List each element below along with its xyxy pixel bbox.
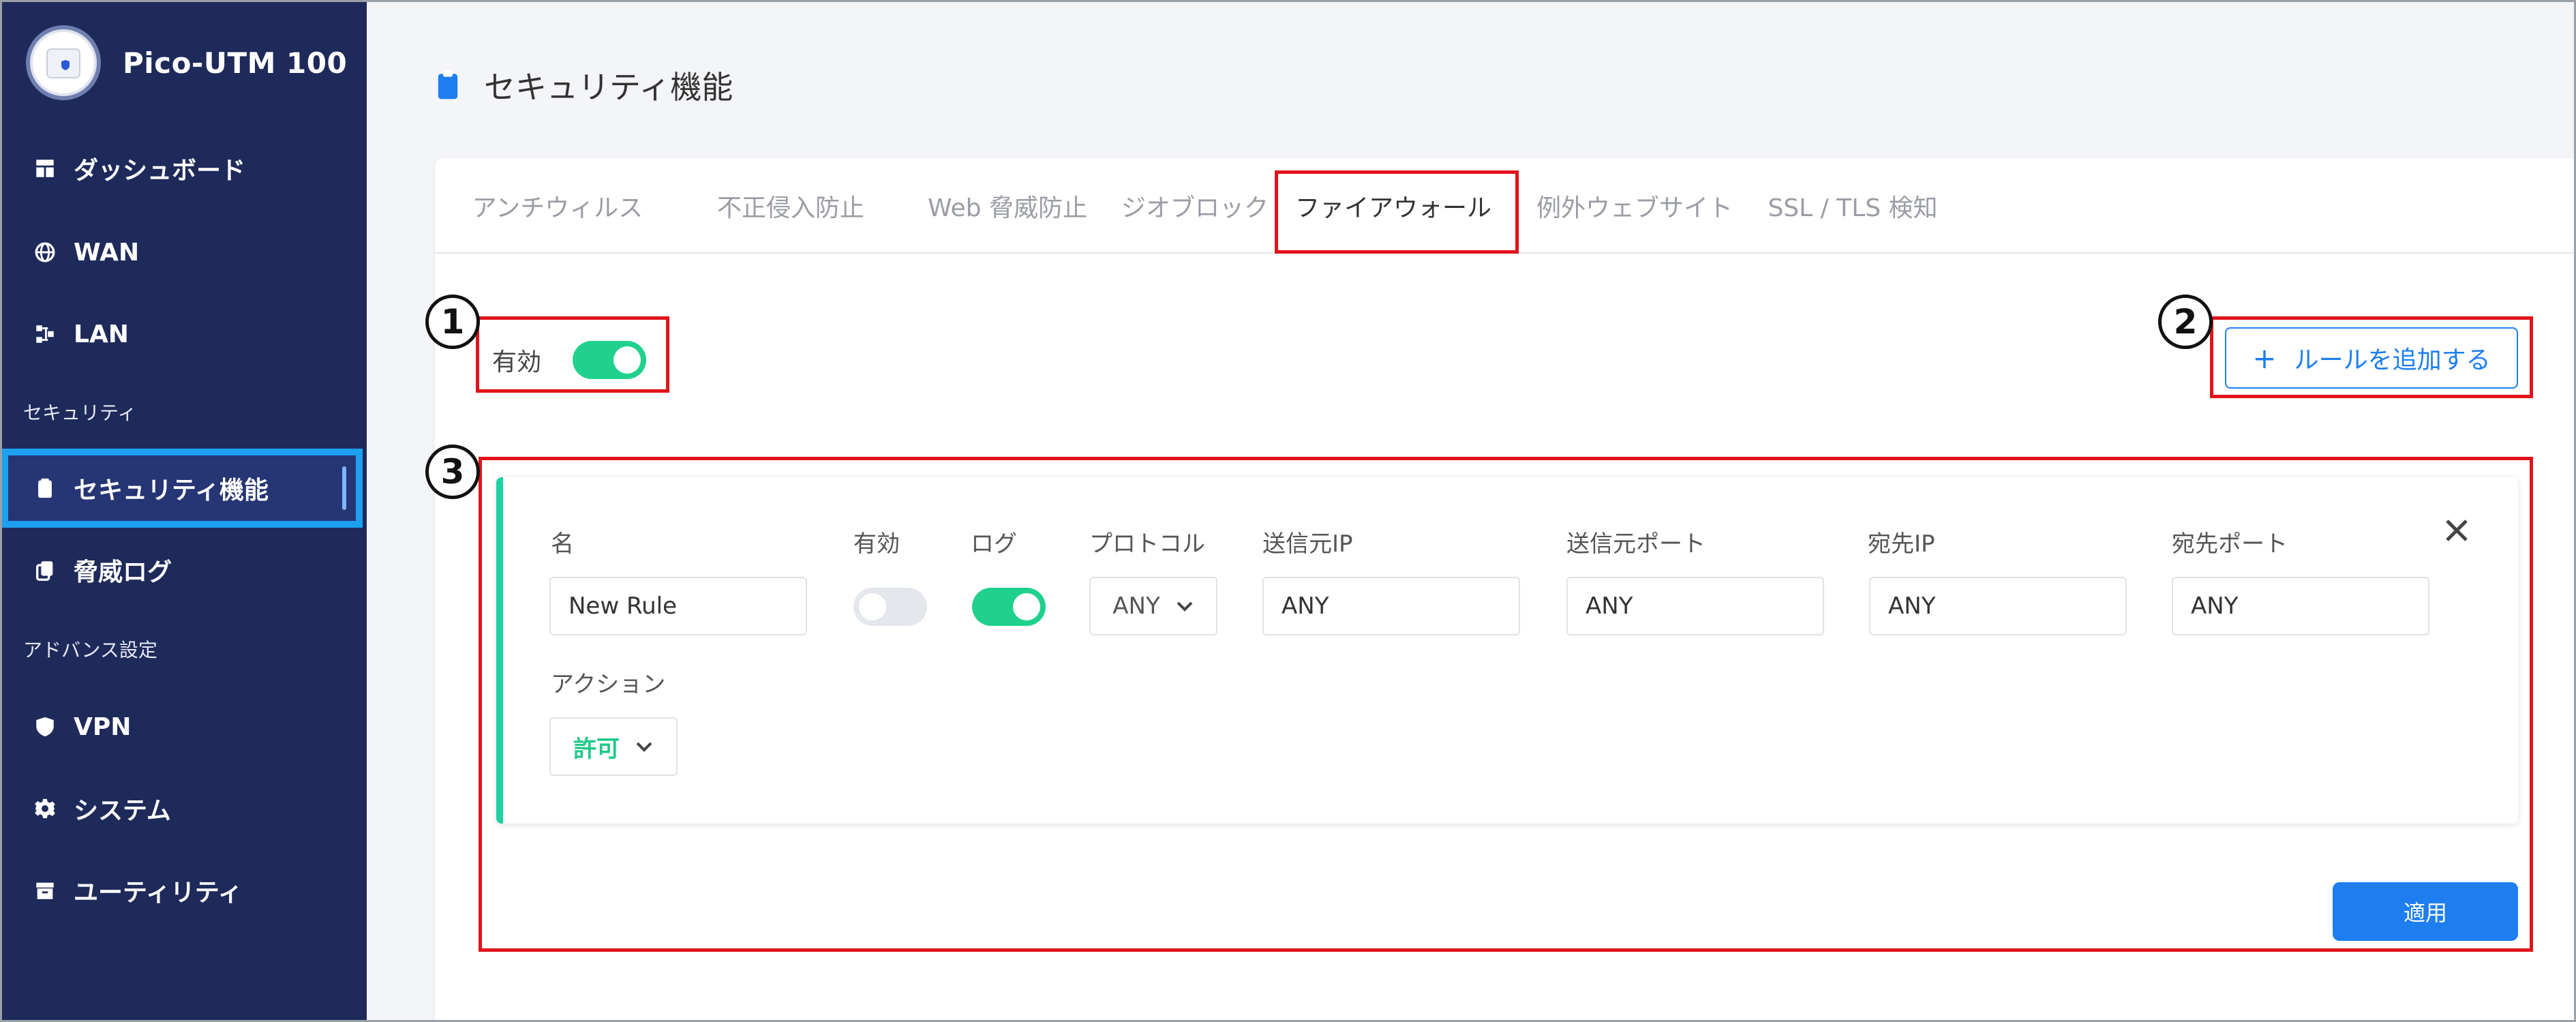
sidebar: Pico-UTM 100 ダッシュボード WAN LAN セキュリティ セキュリ… (0, 0, 367, 1022)
apply-button[interactable]: 適用 (2333, 882, 2518, 941)
tab-geo-block[interactable]: ジオブロック (1103, 179, 1287, 233)
sidebar-item-label: ユーティリティ (74, 879, 243, 907)
sidebar-item-label: システム (74, 797, 171, 825)
callout-1: 1 (425, 295, 480, 349)
rule-source-port-label: 送信元ポート (1566, 530, 1706, 558)
rule-enabled-toggle[interactable] (853, 588, 927, 626)
sidebar-item-security[interactable]: セキュリティ機能 (1, 449, 363, 528)
plus-icon: + (2252, 341, 2277, 375)
sidebar-item-system[interactable]: システム (7, 775, 357, 843)
rule-source-ip-label: 送信元IP (1262, 530, 1353, 558)
sidebar-item-label: セキュリティ機能 (74, 477, 269, 505)
globe-icon (31, 239, 59, 266)
dashboard-icon (31, 155, 59, 182)
rule-protocol-label: プロトコル (1089, 530, 1205, 558)
rule-action-select[interactable]: 許可 (549, 717, 678, 776)
tab-intrusion-prevention[interactable]: 不正侵入防止 (709, 179, 873, 233)
sidebar-section-security: セキュリティ (23, 402, 137, 424)
page-title: セキュリティ機能 (436, 61, 733, 109)
tab-firewall[interactable]: ファイアウォール (1277, 179, 1509, 233)
brand-logo (26, 25, 101, 100)
archive-icon (31, 877, 59, 904)
rule-name-input[interactable] (549, 577, 807, 635)
rule-protocol-select[interactable]: ANY (1089, 577, 1217, 635)
rule-action-value: 許可 (573, 735, 620, 763)
sidebar-item-threat-log[interactable]: 脅威ログ (7, 536, 357, 604)
sidebar-item-label: VPN (74, 712, 132, 741)
rule-enabled-label: 有効 (853, 530, 900, 558)
gear-icon (31, 795, 59, 822)
clipboard-icon (436, 69, 464, 102)
rule-destination-ip-input[interactable] (1869, 577, 2127, 635)
device-icon (46, 48, 80, 78)
rule-destination-port-label: 宛先ポート (2172, 530, 2288, 558)
sidebar-item-label: WAN (74, 238, 140, 267)
tab-ssl-tls-inspection[interactable]: SSL / TLS 検知 (1751, 179, 1955, 233)
rule-protocol-value: ANY (1112, 592, 1160, 620)
tab-antivirus[interactable]: アンチウィルス (459, 179, 656, 233)
rule-destination-ip-label: 宛先IP (1868, 530, 1935, 558)
clipboard-icon (31, 475, 59, 502)
sidebar-item-lan[interactable]: LAN (7, 300, 357, 368)
rule-name-label: 名 (551, 530, 574, 558)
rule-action-label: アクション (551, 671, 666, 698)
shield-icon (31, 713, 59, 740)
sidebar-item-vpn[interactable]: VPN (7, 693, 357, 761)
sidebar-item-label: 脅威ログ (74, 558, 172, 586)
rule-source-ip-input[interactable] (1262, 577, 1520, 635)
sidebar-item-wan[interactable]: WAN (7, 218, 357, 286)
tab-web-threat-protection[interactable]: Web 脅威防止 (898, 179, 1117, 233)
sidebar-section-advanced: アドバンス設定 (23, 639, 157, 661)
tab-exception-websites[interactable]: 例外ウェブサイト (1526, 179, 1744, 233)
add-rule-label: ルールを追加する (2294, 346, 2491, 374)
callout-2: 2 (2158, 295, 2213, 349)
chevron-down-icon (1175, 599, 1194, 613)
rule-source-port-input[interactable] (1566, 577, 1824, 635)
sidebar-item-dashboard[interactable]: ダッシュボード (7, 134, 357, 202)
tab-bar: アンチウィルス 不正侵入防止 Web 脅威防止 ジオブロック ファイアウォール … (435, 158, 2576, 254)
rule-log-label: ログ (971, 530, 1017, 558)
add-rule-button[interactable]: + ルールを追加する (2225, 327, 2518, 389)
close-icon[interactable] (2442, 515, 2472, 545)
firewall-enable-row: 有効 (492, 333, 647, 387)
rule-log-toggle[interactable] (972, 588, 1046, 626)
page-title-text: セキュリティ機能 (484, 69, 733, 106)
copy-icon (31, 556, 59, 584)
sidebar-item-label: ダッシュボード (74, 157, 246, 185)
rule-destination-port-input[interactable] (2172, 577, 2429, 635)
chevron-down-icon (635, 740, 654, 753)
firewall-enable-label: 有効 (492, 348, 542, 376)
sidebar-item-label: LAN (74, 320, 129, 348)
brand-title: Pico-UTM 100 (123, 46, 348, 80)
network-icon (31, 320, 59, 348)
firewall-enable-toggle[interactable] (573, 341, 647, 379)
sidebar-item-utility[interactable]: ユーティリティ (7, 856, 357, 925)
brand[interactable]: Pico-UTM 100 (26, 25, 347, 101)
callout-3: 3 (425, 445, 480, 499)
